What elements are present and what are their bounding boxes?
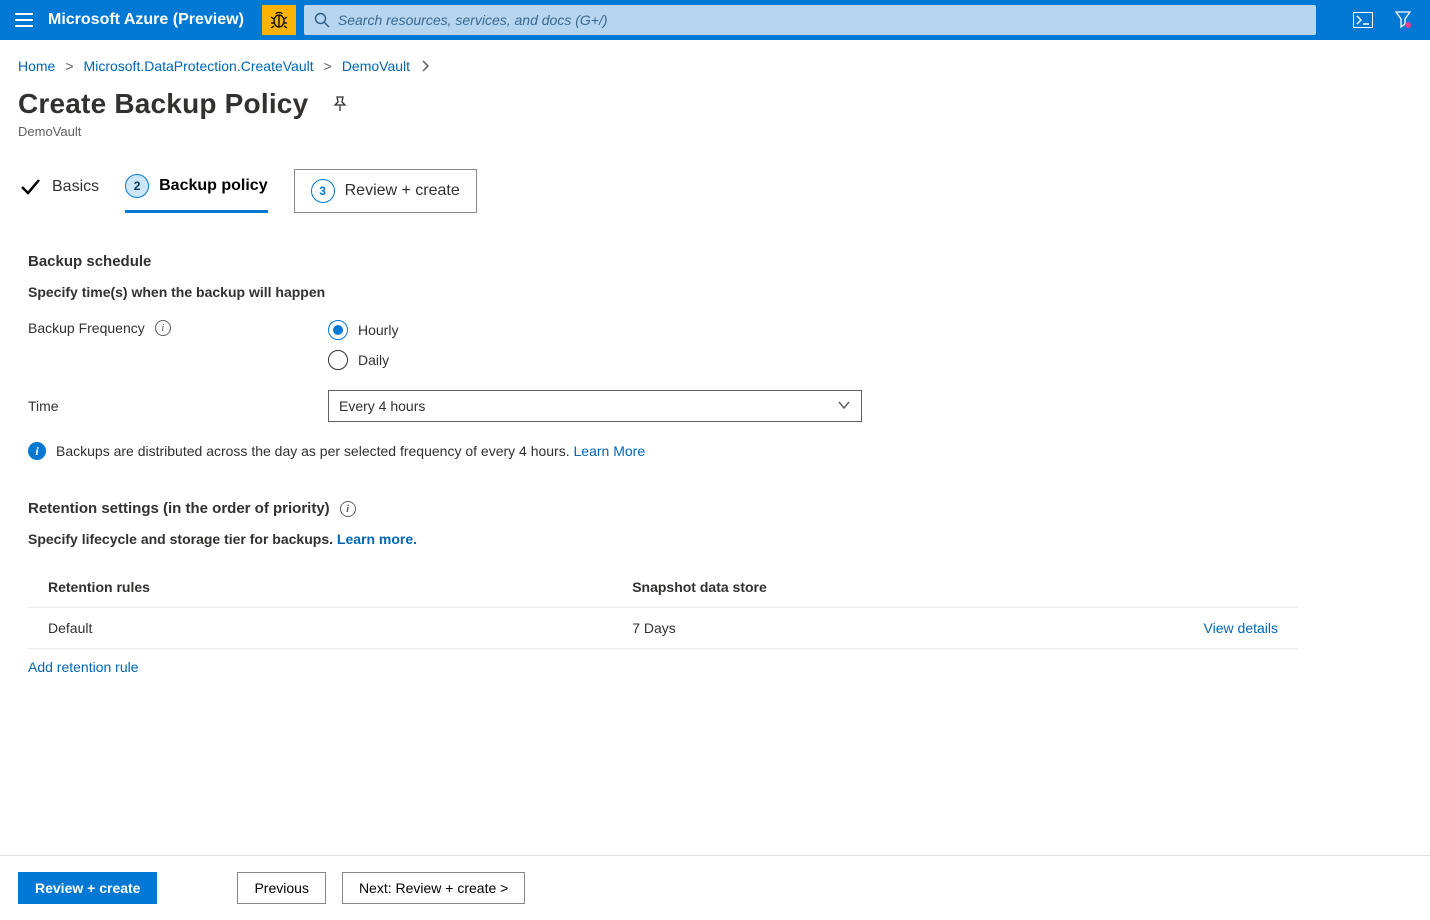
footer-nav-group: Previous Next: Review + create > — [237, 872, 525, 904]
time-select-value: Every 4 hours — [339, 398, 425, 414]
radio-hourly[interactable]: Hourly — [328, 320, 398, 340]
breadcrumb-link-home[interactable]: Home — [18, 58, 55, 74]
view-details-link[interactable]: View details — [1204, 620, 1278, 636]
breadcrumb: Home > Microsoft.DataProtection.CreateVa… — [18, 58, 1412, 74]
add-retention-rule-link[interactable]: Add retention rule — [28, 659, 139, 675]
breadcrumb-chevron-icon[interactable] — [420, 60, 432, 72]
retention-sub-text: Specify lifecycle and storage tier for b… — [28, 531, 333, 547]
radio-daily-label: Daily — [358, 352, 389, 368]
label-text: Backup Frequency — [28, 320, 145, 336]
retention-section-title: Retention settings (in the order of prio… — [28, 500, 330, 517]
tab-step-number: 3 — [311, 179, 335, 203]
filter-button[interactable] — [1392, 9, 1414, 31]
radio-hourly-label: Hourly — [358, 322, 398, 338]
backup-info-text: Backups are distributed across the day a… — [56, 443, 570, 459]
page-title: Create Backup Policy — [18, 88, 308, 120]
backup-info-bar: i Backups are distributed across the day… — [28, 442, 1402, 460]
preview-bug-button[interactable] — [262, 5, 296, 35]
hamburger-icon — [15, 13, 33, 27]
tab-step-number: 2 — [125, 174, 149, 198]
breadcrumb-link-createvault[interactable]: Microsoft.DataProtection.CreateVault — [84, 58, 314, 74]
info-icon[interactable]: i — [155, 320, 171, 336]
tab-backup-policy-label: Backup policy — [159, 177, 267, 195]
time-row: Time Every 4 hours — [28, 390, 1402, 422]
time-select[interactable]: Every 4 hours — [328, 390, 862, 422]
learn-more-link[interactable]: Learn More — [574, 443, 646, 459]
previous-button[interactable]: Previous — [237, 872, 325, 904]
radio-daily[interactable]: Daily — [328, 350, 398, 370]
pin-button[interactable] — [326, 90, 354, 118]
top-bar: Microsoft Azure (Preview) — [0, 0, 1430, 40]
info-icon[interactable]: i — [340, 501, 356, 517]
time-label: Time — [28, 398, 328, 414]
bug-icon — [269, 10, 289, 30]
learn-more-link[interactable]: Learn more. — [337, 531, 417, 547]
breadcrumb-link-demovault[interactable]: DemoVault — [342, 58, 410, 74]
retention-section: Retention settings (in the order of prio… — [18, 500, 1412, 675]
cell-rule-name: Default — [28, 608, 612, 649]
section-title-row: Retention settings (in the order of prio… — [28, 500, 1402, 517]
chevron-down-icon — [837, 398, 851, 415]
tab-backup-policy[interactable]: 2 Backup policy — [125, 169, 267, 213]
brand-title: Microsoft Azure (Preview) — [48, 11, 262, 29]
topbar-actions — [1336, 9, 1430, 31]
global-search[interactable] — [304, 5, 1316, 35]
table-row: Default 7 Days View details — [28, 608, 1298, 649]
title-row: Create Backup Policy — [18, 88, 1412, 120]
section-title: Backup schedule — [28, 253, 1402, 270]
col-actions — [1120, 567, 1298, 608]
check-icon — [18, 175, 42, 199]
col-retention-rules: Retention rules — [28, 567, 612, 608]
pin-icon — [331, 95, 349, 113]
page-content: Home > Microsoft.DataProtection.CreateVa… — [0, 40, 1430, 855]
tab-basics-label: Basics — [52, 178, 99, 196]
tab-review-create-label: Review + create — [345, 182, 460, 200]
search-icon — [314, 12, 330, 28]
breadcrumb-separator: > — [324, 58, 332, 74]
hamburger-menu-button[interactable] — [0, 0, 48, 40]
backup-frequency-row: Backup Frequency i Hourly Daily — [28, 320, 1402, 370]
label-text: Time — [28, 398, 59, 414]
breadcrumb-separator: > — [65, 58, 73, 74]
retention-section-sub: Specify lifecycle and storage tier for b… — [28, 531, 1402, 547]
info-icon: i — [28, 442, 46, 460]
radio-dot-icon — [328, 320, 348, 340]
filter-icon — [1394, 10, 1412, 30]
cloud-shell-icon — [1353, 12, 1373, 28]
next-button[interactable]: Next: Review + create > — [342, 872, 525, 904]
backup-schedule-section: Backup schedule Specify time(s) when the… — [18, 253, 1412, 460]
col-snapshot-store: Snapshot data store — [612, 567, 1120, 608]
page-subtitle: DemoVault — [18, 124, 1412, 139]
global-search-input[interactable] — [338, 12, 1306, 28]
tab-basics[interactable]: Basics — [18, 169, 99, 213]
retention-rules-table: Retention rules Snapshot data store Defa… — [28, 567, 1298, 649]
wizard-footer: Review + create Previous Next: Review + … — [0, 855, 1430, 920]
cloud-shell-button[interactable] — [1352, 9, 1374, 31]
cell-snapshot: 7 Days — [612, 608, 1120, 649]
wizard-tabs: Basics 2 Backup policy 3 Review + create — [18, 169, 1412, 213]
backup-frequency-label: Backup Frequency i — [28, 320, 328, 336]
review-create-button[interactable]: Review + create — [18, 872, 157, 904]
tab-review-create[interactable]: 3 Review + create — [294, 169, 477, 213]
radio-dot-icon — [328, 350, 348, 370]
backup-frequency-radiogroup: Hourly Daily — [328, 320, 398, 370]
section-subtitle: Specify time(s) when the backup will hap… — [28, 284, 1402, 300]
